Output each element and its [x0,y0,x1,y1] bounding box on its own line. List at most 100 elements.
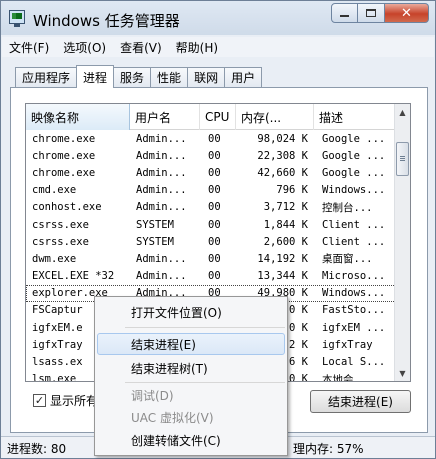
process-cpu-cell: 00 [208,184,221,197]
process-memory-cell: 14,192 K [257,252,308,265]
process-user-cell: Admin... [136,270,187,283]
table-row[interactable]: EXCEL.EXE *32 Admin... 00 13,344 K Microso..… [26,268,396,285]
process-description-cell: igfxTray [322,338,373,351]
process-description-cell: Local S... [322,356,386,369]
process-description-cell: igfxEM ... [322,321,386,334]
status-process-count: 进程数: 80 [7,442,67,456]
process-cpu-cell: 00 [208,218,221,231]
process-description-cell: 桌面窗... [322,253,373,266]
process-name-cell: cmd.exe [32,184,77,197]
scroll-down-arrow-icon[interactable]: ▼ [395,365,410,381]
process-memory-cell: 98,024 K [257,132,308,145]
process-name-cell: EXCEL.EXE *32 [32,270,115,283]
process-memory-cell: 42,660 K [257,166,308,179]
maximize-button[interactable] [358,3,385,23]
process-name-cell: conhost.exe [32,201,102,214]
vertical-scrollbar[interactable]: ▲ ▼ [394,104,410,381]
process-user-cell: Admin... [136,132,187,145]
ctx-create-dump-file[interactable]: 创建转储文件(C) [95,429,287,451]
column-description[interactable]: 描述 [314,104,396,130]
menu-view[interactable]: 查看(V) [113,39,169,56]
ctx-separator [125,327,285,328]
table-row[interactable]: dwm.exe Admin... 00 14,192 K 桌面窗... [26,250,396,267]
menu-file[interactable]: 文件(F) [2,39,56,56]
process-user-cell: Admin... [136,149,187,162]
window-title: Windows 任务管理器 [33,12,180,30]
process-name-cell: csrss.exe [32,235,89,248]
process-memory-cell: 3,712 K [263,201,308,214]
task-manager-window: Windows 任务管理器 ✕ 文件(F) 选项(O) 查看(V) 帮助(H) … [0,0,436,459]
table-row[interactable]: csrss.exe SYSTEM 00 2,600 K Client ... [26,233,396,250]
table-row[interactable]: cmd.exe Admin... 00 796 K Windows... [26,182,396,199]
scrollbar-thumb[interactable] [396,142,409,176]
close-icon: ✕ [401,5,412,21]
process-description-cell: Windows... [322,184,386,197]
process-cpu-cell: 00 [208,132,221,145]
process-user-cell: Admin... [136,252,187,265]
process-cpu-cell: 00 [208,201,221,214]
process-user-cell: Admin... [136,184,187,197]
process-description-cell: Client ... [322,235,386,248]
process-user-cell: SYSTEM [136,218,174,231]
process-description-cell: Windows... [322,287,386,300]
tab-networking[interactable]: 联网 [187,67,226,87]
column-memory[interactable]: 内存(... [236,104,314,130]
process-memory-cell: 796 K [276,184,308,197]
status-physical-memory: 理内存: 57% [293,442,364,456]
process-description-cell: Microso... [322,270,386,283]
process-name-cell: csrss.exe [32,218,89,231]
tab-applications[interactable]: 应用程序 [15,67,78,87]
process-cpu-cell: 00 [208,149,221,162]
process-description-cell: 本地会... [322,373,373,382]
process-memory-cell: 22,308 K [257,149,308,162]
process-name-cell: chrome.exe [32,149,96,162]
tab-processes[interactable]: 进程 [76,65,115,88]
process-list-header: 映像名称 用户名 CPU 内存(... 描述 [26,104,396,130]
end-process-button[interactable]: 结束进程(E) [310,390,411,413]
tab-performance[interactable]: 性能 [150,67,189,87]
process-description-cell: 控制台... [322,201,373,214]
minimize-button[interactable] [331,3,358,23]
table-row[interactable]: conhost.exe Admin... 00 3,712 K 控制台... [26,199,396,216]
ctx-debug[interactable]: 调试(D) [95,384,287,406]
tab-users[interactable]: 用户 [224,67,263,87]
tab-bar: 应用程序 进程 服务 性能 联网 用户 [15,65,263,88]
column-image-name[interactable]: 映像名称 [26,104,130,130]
tab-services[interactable]: 服务 [113,67,152,87]
process-description-cell: FastSto... [322,304,386,317]
process-name-cell: chrome.exe [32,166,96,179]
process-user-cell: Admin... [136,166,187,179]
menu-options[interactable]: 选项(O) [56,39,113,56]
caption-buttons: ✕ [331,3,429,23]
process-user-cell: Admin... [136,201,187,214]
process-description-cell: Google ... [322,132,386,145]
show-all-processes[interactable]: ✓ 显示所有 [33,392,98,409]
ctx-open-file-location[interactable]: 打开文件位置(O) [95,301,287,323]
table-row[interactable]: chrome.exe Admin... 00 42,660 K Google ... [26,164,396,181]
process-cpu-cell: 00 [208,270,221,283]
task-manager-icon [9,10,25,27]
close-button[interactable]: ✕ [385,3,429,23]
table-row[interactable]: chrome.exe Admin... 00 98,024 K Google ... [26,130,396,147]
ctx-uac-virtualization[interactable]: UAC 虚拟化(V) [95,406,287,428]
menu-help[interactable]: 帮助(H) [169,39,225,56]
process-memory-cell: 13,344 K [257,270,308,283]
ctx-end-process[interactable]: 结束进程(E) [97,333,285,355]
process-name-cell: chrome.exe [32,132,96,145]
minimize-icon [340,15,349,17]
context-menu: 打开文件位置(O) 结束进程(E) 结束进程树(T) 调试(D) UAC 虚拟化… [94,296,288,456]
process-user-cell: SYSTEM [136,235,174,248]
ctx-separator [125,382,285,383]
process-cpu-cell: 00 [208,235,221,248]
table-row[interactable]: chrome.exe Admin... 00 22,308 K Google ... [26,147,396,164]
table-row[interactable]: csrss.exe SYSTEM 00 1,844 K Client ... [26,216,396,233]
process-description-cell: Client ... [322,218,386,231]
scroll-up-arrow-icon[interactable]: ▲ [395,104,410,120]
show-all-checkbox[interactable]: ✓ [33,394,46,407]
title-bar[interactable]: Windows 任务管理器 ✕ [1,1,435,35]
column-user-name[interactable]: 用户名 [130,104,200,130]
process-description-cell: Google ... [322,149,386,162]
ctx-end-process-tree[interactable]: 结束进程树(T) [95,357,287,379]
column-cpu[interactable]: CPU [200,104,236,130]
process-cpu-cell: 00 [208,166,221,179]
